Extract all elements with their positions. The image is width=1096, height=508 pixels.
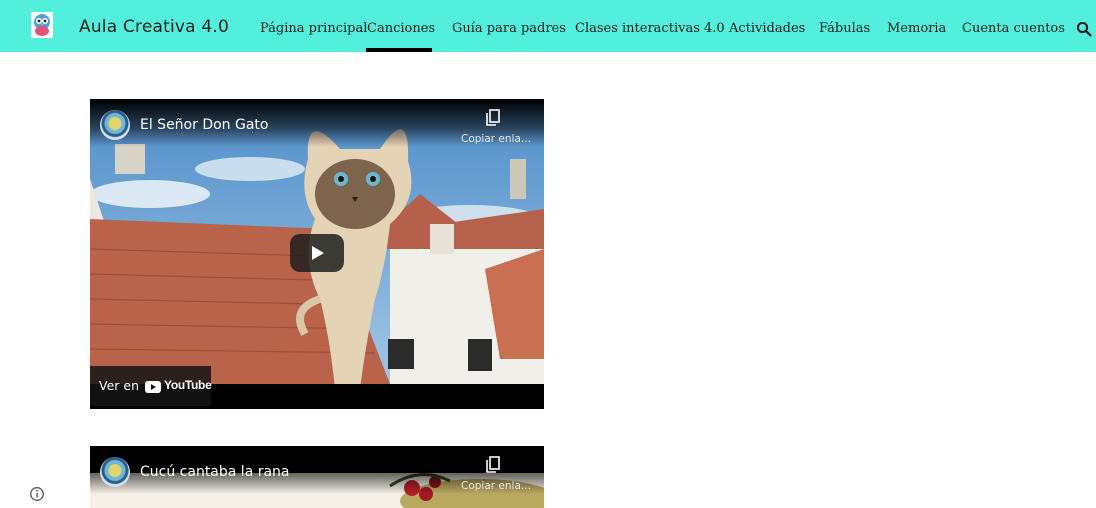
copy-link-icon[interactable] xyxy=(486,109,500,127)
site-header: Aula Creativa 4.0 Página principal Canci… xyxy=(0,0,1096,52)
owl-logo-icon[interactable] xyxy=(31,12,53,38)
youtube-logo-icon xyxy=(145,378,161,393)
info-icon[interactable] xyxy=(29,486,45,502)
channel-avatar[interactable] xyxy=(100,457,130,487)
nav-item-clases-interactivas[interactable]: Clases interactivas 4.0 xyxy=(575,21,725,36)
nav-item-cuenta-cuentos[interactable]: Cuenta cuentos xyxy=(962,21,1065,36)
active-tab-indicator xyxy=(366,48,432,52)
search-icon[interactable] xyxy=(1076,21,1092,37)
watch-on-label: Ver en xyxy=(99,378,139,393)
copy-link-icon[interactable] xyxy=(486,456,500,474)
nav-item-guia-para-padres[interactable]: Guía para padres xyxy=(452,21,566,36)
channel-avatar[interactable] xyxy=(100,110,130,140)
watch-on-youtube-button[interactable]: Ver en YouTube xyxy=(90,366,212,406)
youtube-wordmark: YouTube xyxy=(164,378,212,392)
nav-item-memoria[interactable]: Memoria xyxy=(887,21,946,36)
video-title[interactable]: Cucú cantaba la rana xyxy=(140,464,290,480)
video-embed-cucu-cantaba-la-rana[interactable]: Cucú cantaba la rana Copiar enla... xyxy=(90,446,544,508)
nav-item-fabulas[interactable]: Fábulas xyxy=(819,21,870,36)
video-title[interactable]: El Señor Don Gato xyxy=(140,117,268,133)
video-embed-el-senor-don-gato[interactable]: El Señor Don Gato Copiar enla... Ver en … xyxy=(90,99,544,409)
nav-item-pagina-principal[interactable]: Página principal xyxy=(260,21,367,36)
site-title[interactable]: Aula Creativa 4.0 xyxy=(79,17,229,37)
copy-link-label[interactable]: Copiar enla... xyxy=(461,133,531,145)
nav-item-canciones[interactable]: Canciones xyxy=(367,21,435,36)
copy-link-label[interactable]: Copiar enla... xyxy=(461,480,531,492)
play-button[interactable] xyxy=(290,234,344,272)
nav-item-actividades[interactable]: Actividades xyxy=(729,21,805,36)
